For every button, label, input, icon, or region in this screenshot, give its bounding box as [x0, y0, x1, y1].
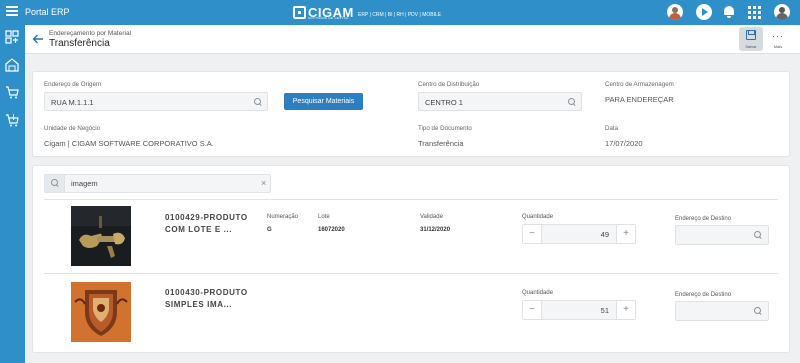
- bu-label: Unidade de Negócio: [44, 125, 101, 132]
- search-icon: [51, 179, 59, 187]
- more-button[interactable]: ··· Mais: [766, 27, 790, 51]
- notifications-bell-icon[interactable]: [721, 4, 737, 20]
- apps-grid-icon[interactable]: [746, 4, 762, 20]
- product-name-line1: 0100429-PRODUTO: [165, 213, 248, 222]
- save-label: Salvar: [745, 44, 757, 49]
- product-name-line2: SIMPLES IMA...: [165, 299, 233, 309]
- date-label: Data: [605, 125, 619, 132]
- cart-out-icon[interactable]: [5, 113, 19, 127]
- portal-title: Portal ERP: [25, 7, 70, 17]
- increment-button[interactable]: +: [616, 301, 635, 319]
- validade-label: Validade: [420, 214, 443, 220]
- material-search-input[interactable]: [71, 176, 251, 191]
- top-bar: Portal ERP CIGAM SOFTWARE DE GESTÃO ERP …: [0, 0, 800, 25]
- cigam-logo-icon: [293, 6, 306, 19]
- dc-search-icon[interactable]: [568, 98, 576, 106]
- date-value: 17/07/2020: [605, 139, 643, 148]
- storage-label: Centro de Armazenagem: [605, 81, 674, 88]
- dc-value: CENTRO 1: [425, 98, 463, 107]
- breadcrumb[interactable]: Endereçamento por Material: [49, 30, 131, 37]
- product-name-line1: 0100430-PRODUTO: [165, 288, 248, 297]
- quantity-stepper: − 51 +: [522, 300, 636, 320]
- increment-button[interactable]: +: [616, 225, 635, 243]
- lote-value: 16072020: [318, 227, 345, 233]
- user-avatar[interactable]: [667, 4, 683, 20]
- page-title: Transferência: [49, 38, 110, 49]
- transfer-form-card: Endereço de Origem RUA M.1.1.1 Pesquisar…: [32, 71, 790, 157]
- save-icon: [746, 30, 756, 40]
- destination-field[interactable]: [675, 301, 769, 321]
- profile-avatar[interactable]: [774, 4, 790, 20]
- storage-value: PARA ENDEREÇAR: [605, 95, 674, 104]
- destination-field[interactable]: [675, 225, 769, 245]
- more-dots-icon: ···: [772, 31, 784, 41]
- dc-field[interactable]: CENTRO 1: [418, 92, 582, 111]
- cart-in-icon[interactable]: [5, 85, 19, 99]
- destino-label: Endereço de Destino: [675, 292, 732, 298]
- validade-value: 31/12/2020: [420, 227, 451, 233]
- origin-value: RUA M.1.1.1: [51, 98, 94, 107]
- clear-search-icon[interactable]: ×: [261, 178, 266, 188]
- doctype-value: Transferência: [418, 139, 464, 148]
- destination-search-icon[interactable]: [754, 307, 762, 315]
- origin-field[interactable]: RUA M.1.1.1: [44, 92, 268, 111]
- search-materials-button[interactable]: Pesquisar Materiais: [284, 93, 363, 110]
- doctype-label: Tipo de Documento: [418, 125, 472, 132]
- quantidade-label: Quantidade: [522, 214, 554, 220]
- dc-label: Centro de Distribuição: [418, 81, 480, 88]
- numeracao-value: G: [267, 227, 272, 233]
- product-name[interactable]: 0100429-PRODUTO COM LOTE E ...: [165, 212, 255, 235]
- quantity-value[interactable]: 49: [601, 230, 609, 239]
- quantity-value[interactable]: 51: [601, 306, 609, 315]
- product-image: [71, 206, 131, 266]
- sidebar: [0, 25, 25, 363]
- hamburger-menu-icon[interactable]: [6, 6, 18, 18]
- divider: [44, 273, 778, 274]
- material-search: ×: [44, 174, 271, 193]
- quantidade-label: Quantidade: [522, 290, 554, 296]
- material-search-button[interactable]: [45, 175, 65, 192]
- product-name[interactable]: 0100430-PRODUTO SIMPLES IMA...: [165, 287, 255, 310]
- product-image: [71, 282, 131, 342]
- decrement-button[interactable]: −: [523, 225, 542, 243]
- destination-search-icon[interactable]: [754, 231, 762, 239]
- back-arrow-icon[interactable]: [32, 32, 44, 44]
- quantity-stepper: − 49 +: [522, 224, 636, 244]
- materials-list-card: × 0100429-PRODUTO COM LOTE E ... Numeraç…: [32, 165, 790, 353]
- inventory-list-icon[interactable]: [5, 30, 19, 44]
- origin-label: Endereço de Origem: [44, 81, 102, 88]
- destino-label: Endereço de Destino: [675, 216, 732, 222]
- decrement-button[interactable]: −: [523, 301, 542, 319]
- page-header: Endereçamento por Material Transferência…: [25, 25, 800, 54]
- brand-tagline: SOFTWARE DE GESTÃO: [308, 16, 349, 20]
- product-name-line2: COM LOTE E ...: [165, 224, 233, 234]
- origin-search-icon[interactable]: [254, 98, 262, 106]
- lote-label: Lote: [318, 214, 330, 220]
- cigam-logo: CIGAM SOFTWARE DE GESTÃO: [293, 5, 354, 20]
- save-button[interactable]: Salvar: [739, 27, 763, 51]
- more-label: Mais: [773, 44, 783, 49]
- brand-modules: ERP | CRM | BI | RH | PDV | MOBILE: [358, 12, 442, 18]
- play-circle-icon[interactable]: [696, 4, 712, 20]
- divider: [44, 199, 778, 200]
- warehouse-icon[interactable]: [5, 58, 19, 72]
- bu-value: Cigam | CIGAM SOFTWARE CORPORATIVO S.A.: [44, 139, 214, 148]
- numeracao-label: Numeração: [267, 214, 299, 220]
